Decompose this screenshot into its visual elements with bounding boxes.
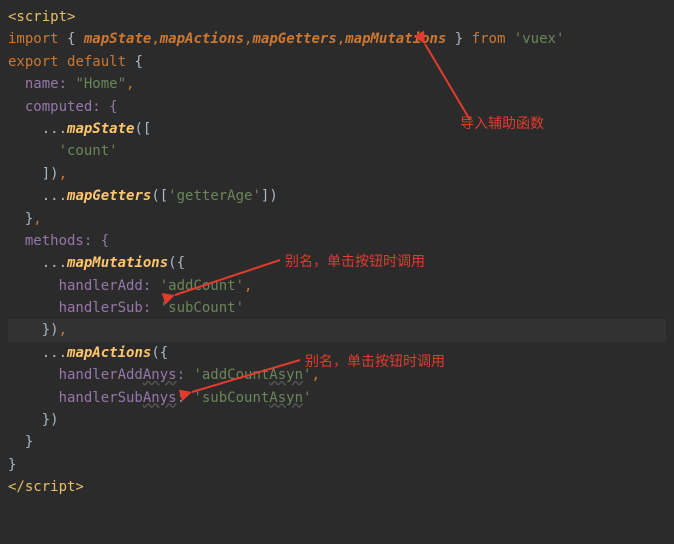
code-line: ...mapState([ <box>8 118 666 140</box>
code-line: 'count' <box>8 140 666 162</box>
code-line: } <box>8 454 666 476</box>
annotation-alias-mutations: 别名，单击按钮时调用 <box>285 250 425 272</box>
code-line: ...mapGetters(['getterAge']) <box>8 185 666 207</box>
code-line: export default { <box>8 51 666 73</box>
code-line: computed: { <box>8 96 666 118</box>
code-line: ]), <box>8 163 666 185</box>
code-line: handlerSubAnys: 'subCountAsyn' <box>8 387 666 409</box>
code-line: }) <box>8 409 666 431</box>
code-line: }), <box>8 319 666 341</box>
code-line: import { mapState,mapActions,mapGetters,… <box>8 28 666 50</box>
code-line: methods: { <box>8 230 666 252</box>
annotation-import-helpers: 导入辅助函数 <box>460 112 544 134</box>
code-line: handlerAdd: 'addCount', <box>8 275 666 297</box>
code-line: handlerSub: 'subCount' <box>8 297 666 319</box>
code-line: }, <box>8 208 666 230</box>
annotation-alias-actions: 别名，单击按钮时调用 <box>305 350 445 372</box>
code-line: name: "Home", <box>8 73 666 95</box>
code-line: </script> <box>8 476 666 498</box>
code-line: } <box>8 431 666 453</box>
code-line: <script> <box>8 6 666 28</box>
